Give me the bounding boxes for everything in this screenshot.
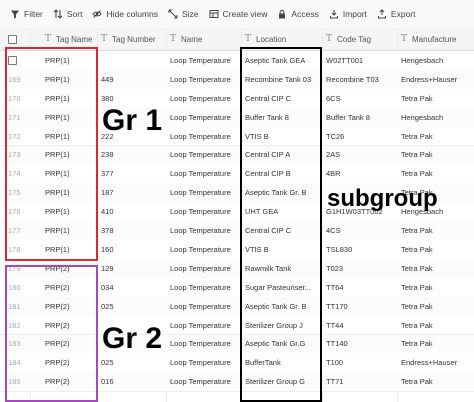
tag-number-cell[interactable]: 378 [101, 221, 114, 240]
manufacture-cell[interactable]: Hengesbach [401, 51, 443, 70]
subgroup-label: subgroup [327, 185, 438, 212]
code-tag-cell[interactable]: 2AS [326, 146, 340, 165]
column-header-code-tag[interactable]: T Code Tag [326, 28, 371, 50]
name-cell[interactable]: Loop Temperature [170, 164, 231, 183]
code-tag-cell[interactable]: Recombine T03 [326, 70, 379, 89]
manufacture-cell[interactable]: Tetra Pak [401, 335, 433, 354]
group1-label: Gr 1 [102, 104, 163, 137]
manufacture-cell[interactable]: Tetra Pak [401, 127, 433, 146]
code-tag-cell[interactable]: TT170 [326, 297, 348, 316]
group2-label: Gr 2 [102, 322, 163, 355]
manufacture-cell[interactable]: Tetra Pak [401, 146, 433, 165]
tag-number-cell[interactable]: 025 [101, 297, 114, 316]
manufacture-cell[interactable]: Endress+Hauser [401, 353, 457, 372]
code-tag-cell[interactable]: 4CS [326, 221, 341, 240]
create-view-button[interactable]: Create view [209, 9, 267, 19]
name-cell[interactable]: Loop Temperature [170, 183, 231, 202]
name-cell[interactable]: Loop Temperature [170, 335, 231, 354]
size-button[interactable]: Size [168, 9, 199, 19]
code-tag-cell[interactable]: TT140 [326, 335, 348, 354]
manufacture-cell[interactable]: Tetra Pak [401, 221, 433, 240]
manufacture-cell[interactable]: Tetra Pak [401, 278, 433, 297]
manufacture-cell[interactable]: Tetra Pak [401, 297, 433, 316]
text-type-icon: T [401, 34, 408, 44]
manufacture-cell[interactable]: Hengesbach [401, 108, 443, 127]
tag-number-cell[interactable]: 034 [101, 278, 114, 297]
hide-columns-button[interactable]: Hide columns [92, 9, 158, 19]
code-tag-cell[interactable]: T023 [326, 259, 343, 278]
text-type-icon: T [101, 34, 108, 44]
tag-number-cell[interactable]: 377 [101, 164, 114, 183]
subgroup-box [240, 47, 322, 402]
group1-box [5, 47, 98, 261]
tag-number-cell[interactable]: 016 [101, 372, 114, 391]
name-cell[interactable]: Loop Temperature [170, 51, 231, 70]
name-cell[interactable]: Loop Temperature [170, 259, 231, 278]
name-cell[interactable]: Loop Temperature [170, 297, 231, 316]
toolbar: Filter Sort Hide columns Size Create vie… [0, 0, 474, 29]
code-tag-cell[interactable]: TT64 [326, 278, 344, 297]
table-view-icon [209, 9, 219, 19]
manufacture-cell[interactable]: Tetra Pak [401, 372, 433, 391]
name-cell[interactable]: Loop Temperature [170, 316, 231, 335]
tag-number-cell[interactable]: 238 [101, 146, 114, 165]
text-type-icon: T [45, 34, 52, 44]
code-tag-cell[interactable]: TC26 [326, 127, 344, 146]
access-button[interactable]: Access [277, 9, 319, 19]
tag-number-cell[interactable]: 410 [101, 202, 114, 221]
text-type-icon: T [170, 34, 177, 44]
manufacture-cell[interactable]: Tetra Pak [401, 316, 433, 335]
column-header-tag-number[interactable]: T Tag Number [101, 28, 156, 50]
import-button[interactable]: Import [329, 9, 367, 19]
tag-number-cell[interactable]: 129 [101, 259, 114, 278]
name-cell[interactable]: Loop Temperature [170, 372, 231, 391]
sort-icon [53, 9, 63, 19]
text-type-icon: T [245, 34, 252, 44]
name-cell[interactable]: Loop Temperature [170, 353, 231, 372]
name-cell[interactable]: Loop Temperature [170, 240, 231, 259]
name-cell[interactable]: Loop Temperature [170, 127, 231, 146]
manufacture-cell[interactable]: Endress+Hauser [401, 70, 457, 89]
filter-icon [10, 9, 20, 19]
sort-button[interactable]: Sort [53, 9, 82, 19]
tag-number-cell[interactable]: 160 [101, 240, 114, 259]
code-tag-cell[interactable]: W02TT001 [326, 51, 363, 70]
tag-number-cell[interactable]: 025 [101, 353, 114, 372]
column-header-manufacture[interactable]: T Manufacture [401, 28, 456, 50]
name-cell[interactable]: Loop Temperature [170, 108, 231, 127]
manufacture-cell[interactable]: Tetra Pak [401, 89, 433, 108]
resize-icon [168, 9, 178, 19]
text-type-icon: T [326, 34, 333, 44]
import-icon [329, 9, 339, 19]
code-tag-cell[interactable]: 4BR [326, 164, 341, 183]
tag-number-cell[interactable]: 187 [101, 183, 114, 202]
code-tag-cell[interactable]: TT44 [326, 316, 344, 335]
name-cell[interactable]: Loop Temperature [170, 70, 231, 89]
name-cell[interactable]: Loop Temperature [170, 202, 231, 221]
code-tag-cell[interactable]: T100 [326, 353, 343, 372]
code-tag-cell[interactable]: 6CS [326, 89, 341, 108]
name-cell[interactable]: Loop Temperature [170, 89, 231, 108]
name-cell[interactable]: Loop Temperature [170, 146, 231, 165]
column-header-name[interactable]: T Name [170, 28, 202, 50]
filter-button[interactable]: Filter [10, 9, 43, 19]
lock-icon [277, 9, 287, 19]
export-icon [377, 9, 387, 19]
group2-box [5, 265, 98, 402]
export-button[interactable]: Export [377, 9, 416, 19]
manufacture-cell[interactable]: Tetra Pak [401, 259, 433, 278]
name-cell[interactable]: Loop Temperature [170, 221, 231, 240]
code-tag-cell[interactable]: TT71 [326, 372, 344, 391]
name-cell[interactable]: Loop Temperature [170, 278, 231, 297]
manufacture-cell[interactable]: Tetra Pak [401, 164, 433, 183]
eye-slash-icon [92, 9, 103, 19]
tag-number-cell[interactable]: 449 [101, 70, 114, 89]
manufacture-cell[interactable]: Tetra Pak [401, 240, 433, 259]
code-tag-cell[interactable]: Buffer Tank 8 [326, 108, 370, 127]
code-tag-cell[interactable]: TSL830 [326, 240, 352, 259]
